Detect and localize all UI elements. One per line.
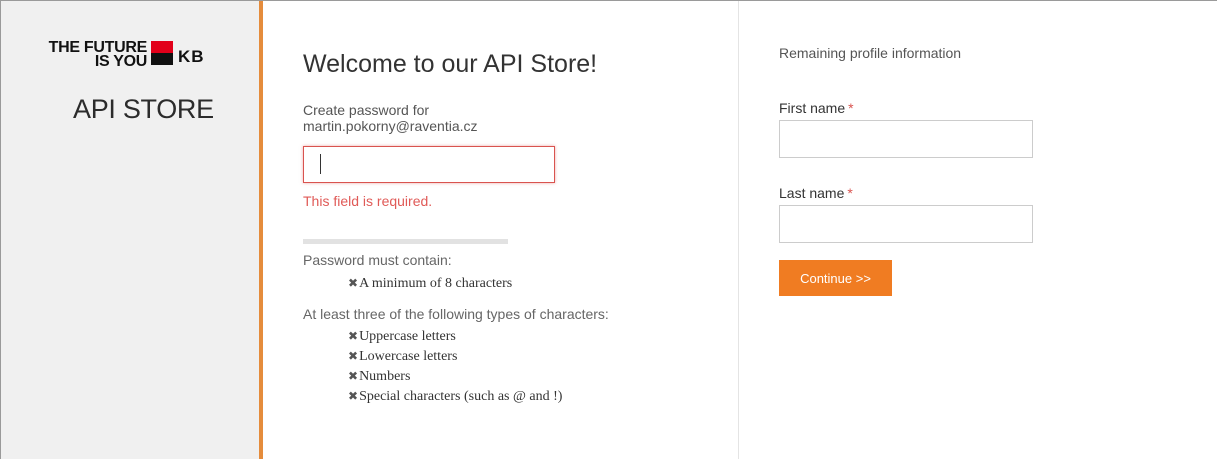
password-rules-title: Password must contain:	[303, 252, 452, 268]
store-name: API STORE	[73, 94, 214, 124]
required-marker: *	[847, 185, 853, 201]
x-mark-icon: ✖	[348, 276, 359, 290]
kb-logo-mark-icon	[151, 41, 173, 65]
password-rule-min-length: ✖A minimum of 8 characters	[348, 276, 512, 292]
password-rule-special: ✖Special characters (such as @ and !)	[348, 389, 562, 405]
password-types-title: At least three of the following types of…	[303, 306, 609, 322]
password-strength-bar	[303, 239, 508, 244]
x-mark-icon: ✖	[348, 389, 359, 403]
x-mark-icon: ✖	[348, 329, 359, 343]
sidebar: THE FUTURE IS YOU KB API STORE	[0, 1, 259, 459]
create-password-label: Create password for martin.pokorny@raven…	[303, 102, 603, 134]
password-input[interactable]	[303, 146, 555, 183]
password-rule-numbers: ✖Numbers	[348, 369, 410, 385]
first-name-label-text: First name	[779, 100, 846, 116]
rule-text: Special characters (such as @ and !)	[359, 389, 563, 404]
password-error-message: This field is required.	[303, 193, 433, 209]
continue-button[interactable]: Continue >>	[779, 260, 892, 296]
page: THE FUTURE IS YOU KB API STORE Welcome t…	[0, 0, 1217, 459]
logo-line-2: IS YOU	[94, 53, 147, 70]
create-password-label-text: Create password for	[303, 102, 430, 118]
x-mark-icon: ✖	[348, 369, 359, 383]
page-title: Welcome to our API Store!	[303, 50, 598, 78]
rule-text: Lowercase letters	[359, 349, 458, 364]
rule-text: Numbers	[359, 369, 411, 384]
profile-section-title: Remaining profile information	[779, 45, 962, 61]
sidebar-accent-bar	[259, 1, 263, 459]
first-name-input[interactable]	[779, 120, 1033, 158]
column-divider	[738, 1, 739, 459]
rule-text: Uppercase letters	[359, 329, 456, 344]
first-name-label: First name *	[779, 100, 854, 116]
text-caret	[320, 154, 321, 174]
last-name-input[interactable]	[779, 205, 1033, 243]
account-email: martin.pokorny@raventia.cz	[303, 118, 478, 134]
brand-logo[interactable]: THE FUTURE IS YOU KB	[12, 40, 234, 70]
required-marker: *	[848, 100, 854, 116]
x-mark-icon: ✖	[348, 349, 359, 363]
logo-wordmark: THE FUTURE IS YOU	[12, 40, 148, 70]
password-rule-lowercase: ✖Lowercase letters	[348, 349, 457, 365]
last-name-label: Last name *	[779, 185, 853, 201]
rule-text: A minimum of 8 characters	[359, 276, 513, 291]
logo-brand-name: KB	[178, 47, 205, 66]
last-name-label-text: Last name	[779, 185, 845, 201]
password-rule-uppercase: ✖Uppercase letters	[348, 329, 456, 345]
